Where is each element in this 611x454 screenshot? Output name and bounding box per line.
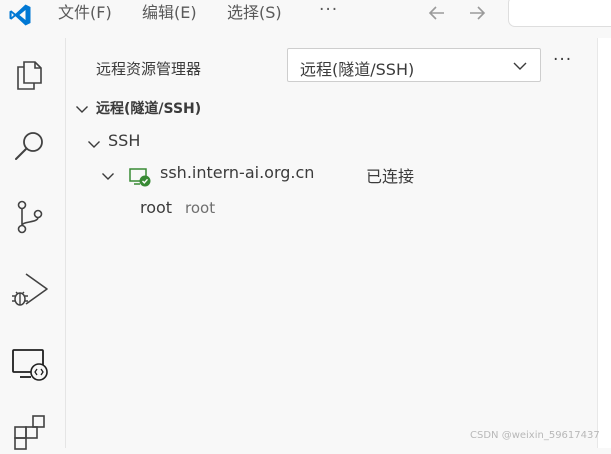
source-control-icon[interactable] [10,196,50,236]
menu-more-button[interactable]: ··· [319,0,338,20]
folder-path: root [185,199,216,217]
title-bar: 文件(F) 编辑(E) 选择(S) ··· [0,0,611,27]
search-icon[interactable] [10,126,50,166]
host-connection-status: 已连接 [366,167,415,186]
tree-item-folder[interactable]: root root [140,198,300,222]
chevron-down-icon [88,141,100,148]
sidebar-title: 远程资源管理器 [96,60,202,78]
extensions-icon[interactable] [10,410,50,450]
forward-arrow-icon[interactable] [466,2,488,24]
explorer-icon[interactable] [10,53,50,93]
connected-monitor-icon [129,168,151,187]
menu-selection[interactable]: 选择(S) [227,3,282,23]
folder-name: root [140,198,173,217]
tree-item-ssh[interactable]: SSH [86,131,286,157]
chevron-down-icon [513,62,527,70]
watermark: CSDN @weixin_59617437 [470,430,600,441]
chevron-down-icon [76,106,88,113]
chevron-down-icon [102,173,114,180]
more-actions-button[interactable]: ··· [553,50,572,70]
menu-edit[interactable]: 编辑(E) [142,3,197,23]
remote-type-select-value: 远程(隧道/SSH) [300,60,415,79]
vscode-logo-icon [9,4,31,26]
remote-explorer-sidebar: 远程资源管理器 远程(隧道/SSH) ··· 远程(隧道/SSH) SSH ss… [66,38,597,448]
command-center[interactable] [508,0,611,27]
back-arrow-icon[interactable] [426,2,448,24]
remote-explorer-icon[interactable] [9,344,49,384]
section-label: 远程(隧道/SSH) [96,101,202,117]
run-and-debug-icon[interactable] [10,270,50,310]
activity-bar [0,38,66,450]
host-name: ssh.intern-ai.org.cn [160,163,315,182]
scrollbar-gutter[interactable] [597,38,611,448]
tree-item-host[interactable]: ssh.intern-ai.org.cn 已连接 [100,163,460,189]
menu-file[interactable]: 文件(F) [58,3,112,23]
remote-type-select[interactable]: 远程(隧道/SSH) [287,48,541,82]
section-remote-tunnels-ssh[interactable]: 远程(隧道/SSH) [74,98,374,122]
tree-item-label: SSH [108,131,141,150]
